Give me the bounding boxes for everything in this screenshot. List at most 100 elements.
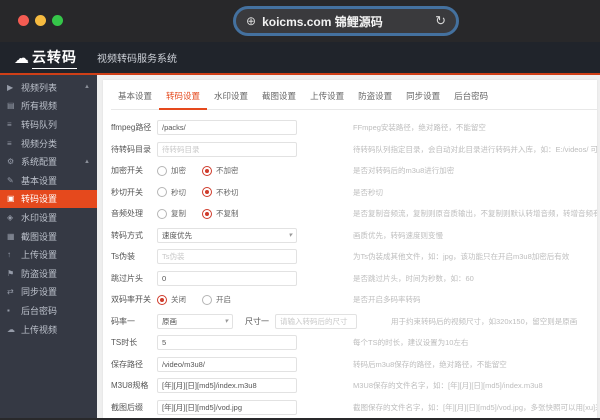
tab-admin-password[interactable]: 后台密码 (447, 88, 495, 109)
app-header: ☁ 云转码 视频转码服务系统 (0, 42, 600, 75)
queue-icon: ≡ (7, 119, 12, 129)
ffmpeg-path-input[interactable] (157, 120, 297, 136)
field-label: 待转码目录 (111, 144, 151, 154)
sidebar-item-label: 基本设置 (21, 175, 58, 186)
chevron-down-icon: ▾ (288, 232, 292, 240)
cloud-logo-icon: ☁ (14, 49, 29, 67)
sidebar-item-screenshot-settings[interactable]: ▦ 截图设置 (0, 227, 97, 246)
sidebar-group-video-list[interactable]: ▶ 视频列表 ▲ (0, 78, 97, 97)
field-label: M3U8规格 (111, 381, 149, 391)
sidebar-item-basic-settings[interactable]: ✎ 基本设置 (0, 171, 97, 190)
field-hint: 转码后m3u8保存的路径，绝对路径，不能留空 (353, 359, 507, 369)
radio-icon (157, 208, 167, 219)
radio-label: 开启 (216, 295, 231, 305)
field-label: 双码率开关 (111, 295, 151, 305)
snapshot-suffix-input[interactable] (157, 399, 297, 415)
settings-card: 基本设置 转码设置 水印设置 截图设置 上传设置 防盗设置 同步设置 后台密码 … (103, 80, 597, 418)
save-path-input[interactable] (157, 356, 297, 372)
radio-encrypt-off[interactable]: 不加密 (202, 165, 239, 176)
form-row-ts-duration: TS时长 每个TS的时长，建议设置为10左右 (111, 332, 597, 354)
close-window-button[interactable] (18, 15, 29, 26)
sidebar-item-upload-settings[interactable]: ↑ 上传设置 (0, 245, 97, 264)
sidebar-item-sync-settings[interactable]: ⇄ 同步设置 (0, 283, 97, 302)
form-row-seccut-switch: 秒切开关 秒切 不秒切 是否秒切 (111, 182, 597, 204)
sidebar-item-watermark-settings[interactable]: ◈ 水印设置 (0, 208, 97, 227)
radio-icon (157, 187, 167, 198)
field-label: 加密开关 (111, 166, 143, 176)
field-hint: 用于约束转码后的视频尺寸，如320x150，留空则是原画 (391, 316, 578, 326)
form-row-skip-intro: 跳过片头 是否跳过片头，时间为秒数，如：60 (111, 268, 597, 290)
sidebar-item-label: 同步设置 (21, 287, 58, 298)
maximize-window-button[interactable] (52, 15, 63, 26)
pending-dir-input[interactable] (157, 141, 297, 157)
sidebar-item-antitheft-settings[interactable]: ⚑ 防盗设置 (0, 264, 97, 283)
form-row-transcode-mode: 转码方式 速度优先 ▾ 画质优先，转码速度则变慢 (111, 225, 597, 247)
form-row-save-path: 保存路径 转码后m3u8保存的路径，绝对路径，不能留空 (111, 354, 597, 376)
sidebar-item-admin-password[interactable]: ▪ 后台密码 (0, 301, 97, 320)
radio-checked-icon (202, 165, 212, 176)
app-subtitle: 视频转码服务系统 (97, 54, 177, 65)
bitrate-one-select[interactable]: 原画 ▾ (157, 313, 233, 329)
field-hint: 画质优先，转码速度则变慢 (353, 230, 443, 240)
radio-checked-icon (157, 294, 167, 305)
tab-upload-settings[interactable]: 上传设置 (303, 88, 351, 109)
radio-encrypt-on[interactable]: 加密 (157, 165, 186, 176)
sidebar-item-label: 转码队列 (21, 119, 58, 130)
radio-seccut-on[interactable]: 秒切 (157, 187, 186, 198)
field-hint: 是否对转码后的m3u8进行加密 (353, 166, 455, 176)
app-logo: ☁ 云转码 (14, 47, 77, 69)
field-hint: 待转码队列指定目录，会自动对此目录进行转码并入库，如：E:/videos/ 可留… (353, 144, 597, 154)
refresh-icon[interactable]: ↻ (435, 13, 446, 29)
radio-audio-nocopy[interactable]: 不复制 (202, 208, 239, 219)
sidebar-item-upload-video[interactable]: ☁ 上传视频 (0, 320, 97, 339)
sidebar-item-label: 上传视频 (21, 324, 58, 335)
m3u8-spec-input[interactable] (157, 378, 297, 394)
form-row-snapshot-suffix: 截图后缀 截图保存的文件名字，如：[年][月][日][md5]/vod.jpg，… (111, 397, 597, 419)
flag-icon: ⚑ (7, 268, 15, 278)
tab-watermark-settings[interactable]: 水印设置 (207, 88, 255, 109)
radio-audio-copy[interactable]: 复制 (157, 208, 186, 219)
field-label: 音频处理 (111, 209, 143, 219)
field-label: TS时长 (111, 338, 138, 348)
radio-dualrate-on[interactable]: 开启 (202, 294, 231, 305)
transcode-mode-select[interactable]: 速度优先 ▾ (157, 227, 297, 243)
form-row-dual-bitrate: 双码率开关 关闭 开启 是否开启多码率转码 (111, 289, 597, 311)
ts-duration-input[interactable] (157, 335, 297, 351)
radio-checked-icon (202, 187, 212, 198)
size-one-input[interactable] (275, 313, 357, 329)
sidebar-group-system-config[interactable]: ⚙ 系统配置 ▲ (0, 152, 97, 171)
radio-dualrate-off[interactable]: 关闭 (157, 294, 186, 305)
field-label: 转码方式 (111, 230, 143, 240)
field-hint: 是否复制音频流，复制则原音质输出，不复制则默认转增音频，转增音频有些杂音 (353, 209, 597, 219)
sidebar-item-transcode-queue[interactable]: ≡ 转码队列 (0, 115, 97, 134)
select-value: 速度优先 (162, 230, 192, 240)
form-row-bitrate-one: 码率一 原画 ▾ 尺寸一 用于约束转码后的视频尺寸，如320x150，留空则是原… (111, 311, 597, 333)
field-hint: 截图保存的文件名字，如：[年][月][日][md5]/vod.jpg，多张快照可… (353, 402, 597, 412)
tab-transcode-settings[interactable]: 转码设置 (159, 88, 208, 110)
address-bar[interactable]: ⊕ koicms.com 锦鲤源码 ↻ (233, 6, 459, 36)
sync-icon: ⇄ (7, 287, 14, 297)
tab-antitheft-settings[interactable]: 防盗设置 (351, 88, 399, 109)
form-row-m3u8-spec: M3U8规格 M3U8保存的文件名字，如：[年][月][日][md5]/inde… (111, 375, 597, 397)
radio-icon (202, 294, 212, 305)
sidebar-item-all-videos[interactable]: ▤ 所有视频 (0, 97, 97, 116)
radio-label: 不加密 (216, 166, 239, 176)
size-one-label: 尺寸一 (245, 316, 269, 326)
video-list-icon: ▶ (7, 82, 14, 92)
minimize-window-button[interactable] (35, 15, 46, 26)
radio-label: 不复制 (216, 209, 239, 219)
tab-basic-settings[interactable]: 基本设置 (111, 88, 159, 109)
sidebar-item-video-categories[interactable]: ≡ 视频分类 (0, 134, 97, 153)
tab-sync-settings[interactable]: 同步设置 (399, 88, 447, 109)
field-hint: 为Ts伪装成其他文件，如：jpg，该功能只在开启m3u8加密后有效 (353, 252, 570, 262)
settings-tabs: 基本设置 转码设置 水印设置 截图设置 上传设置 防盗设置 同步设置 后台密码 (111, 88, 597, 110)
sidebar-item-label: 水印设置 (21, 212, 58, 223)
field-label: 秒切开关 (111, 187, 143, 197)
tab-screenshot-settings[interactable]: 截图设置 (255, 88, 303, 109)
skip-intro-input[interactable] (157, 270, 297, 286)
ts-disguise-input[interactable] (157, 249, 297, 265)
radio-seccut-off[interactable]: 不秒切 (202, 187, 239, 198)
sidebar-item-transcode-settings[interactable]: ▣ 转码设置 (0, 189, 97, 209)
traffic-lights (18, 15, 63, 26)
sidebar-nav: ▶ 视频列表 ▲ ▤ 所有视频 ≡ 转码队列 ≡ 视频分类 ⚙ 系统配置 ▲ ✎… (0, 75, 97, 418)
